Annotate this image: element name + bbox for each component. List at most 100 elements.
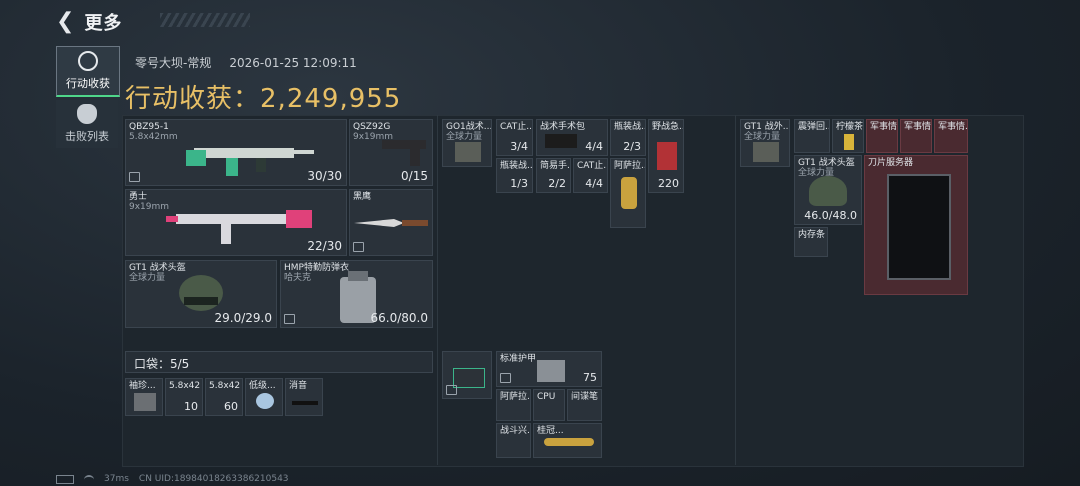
armor-slot[interactable]: HMP特勤防弹衣 哈夫克 66.0/80.0 [280, 260, 433, 328]
first-aid-icon [657, 142, 677, 170]
wifi-icon [84, 474, 94, 484]
rig-item[interactable]: CAT止... 4/4 [573, 158, 608, 193]
can-icon [844, 134, 854, 150]
pocket-item[interactable]: 5.8x42 DBP87 60 [205, 378, 243, 416]
backpack-item[interactable]: 桂冠... [533, 423, 602, 458]
item-name: 军事情... [938, 122, 968, 132]
rig-icon [455, 142, 481, 162]
divider [437, 115, 438, 465]
secure-item[interactable]: 军事情... [866, 119, 898, 153]
tab-operation-gains[interactable]: 行动收获 [56, 46, 120, 97]
secure-item[interactable]: 军事情... [900, 119, 932, 153]
earnings-label: 行动收获： [125, 84, 261, 114]
secure-item-server[interactable]: 刀片服务器 [864, 155, 968, 295]
backpack-slot[interactable] [442, 351, 492, 399]
weapon-slot-primary[interactable]: QBZ95-1 5.8x42mm 30/30 [125, 119, 347, 186]
item-name: 袖珍... [129, 381, 156, 391]
item-count: 60 [224, 400, 238, 413]
container-name: GT1 战外... [744, 122, 790, 132]
no-insure-icon [129, 172, 140, 182]
weapon-ammo-count: 0/15 [401, 169, 428, 183]
melee-slot[interactable]: 黑鹰 [349, 189, 433, 256]
item-name: CAT止... [500, 122, 533, 132]
rig-item[interactable]: 简易手... 2/2 [536, 158, 571, 193]
melee-name: 黑鹰 [353, 192, 372, 202]
rig-item[interactable]: 战术手术包 4/4 [536, 119, 608, 156]
item-count: 4/4 [585, 177, 603, 190]
earnings: 行动收获：2,249,955 [125, 78, 401, 115]
secure-container-slot[interactable]: GT1 战外... 全球力量 [740, 119, 790, 167]
rig-item[interactable]: 阿萨拉... [610, 158, 646, 228]
earnings-value: 2,249,955 [260, 84, 402, 114]
rig-name: GO1战术... [446, 122, 492, 132]
item-name: 刀片服务器 [868, 158, 914, 168]
skull-icon [77, 104, 97, 124]
user-uid: CN UID:18984018263386210543 [138, 474, 289, 484]
match-datetime: 2026-01-25 12:09:11 [229, 56, 357, 70]
tab-kill-list[interactable]: 击败列表 [56, 100, 118, 148]
helmet-name: GT1 战术头盔 [129, 263, 186, 273]
item-count: 10 [184, 400, 198, 413]
item-count: 4/4 [585, 140, 603, 153]
rig-item[interactable]: CAT止... 3/4 [496, 119, 533, 156]
backpack-item[interactable]: CPU [533, 389, 565, 421]
item-count: 3/4 [510, 140, 528, 153]
backpack-icon [453, 368, 485, 388]
pocket-item[interactable]: 消音 [285, 378, 323, 416]
back-arrow-icon[interactable]: ❮ [56, 11, 74, 33]
no-insure-icon [446, 385, 457, 395]
backpack-item[interactable]: 阿萨拉... [496, 389, 531, 421]
item-count: 2/2 [548, 177, 566, 190]
item-name: 战斗兴... [500, 426, 530, 436]
weapon-slot-sidearm[interactable]: QSZ92G 9x19mm 0/15 [349, 119, 433, 186]
item-name: 桂冠... [537, 426, 564, 436]
weapon-ammo-count: 30/30 [307, 169, 342, 183]
rig-brand: 全球力量 [446, 132, 483, 142]
smg-icon [166, 210, 312, 244]
tab-label: 击败列表 [65, 130, 109, 143]
weapon-slot-secondary[interactable]: 勇士 9x19mm 22/30 [125, 189, 347, 256]
secure-item[interactable]: 军事情... [934, 119, 968, 153]
suppressor-icon [292, 401, 318, 405]
teapot-icon [621, 177, 637, 209]
item-name: 阿萨拉... [614, 161, 645, 171]
map-name: 零号大坝-常规 [135, 56, 212, 70]
pocket-item[interactable]: 低级... [245, 378, 283, 416]
title-decoration [160, 13, 250, 27]
armor-name: 标准护甲 [500, 354, 537, 364]
status-bar: 37ms CN UID:18984018263386210543 [56, 474, 289, 484]
item-name: 瓶装战... [500, 161, 533, 171]
rig-item[interactable]: 野战急... 220 [648, 119, 684, 193]
pocket-label: 口袋：5/5 [134, 357, 190, 371]
pocket-item[interactable]: 5.8x42 DBP87 10 [165, 378, 203, 416]
no-insure-icon [284, 314, 295, 324]
secure-helmet[interactable]: GT1 战术头盔 全球力量 46.0/48.0 [794, 155, 862, 225]
item-name: 内存条 [798, 230, 826, 240]
secure-item[interactable]: 震弹回... [794, 119, 830, 153]
helmet-durability: 46.0/48.0 [804, 209, 857, 222]
crown-icon [544, 438, 594, 446]
weapon-ammo: 9x19mm [129, 202, 170, 212]
helmet-slot[interactable]: GT1 战术头盔 全球力量 29.0/29.0 [125, 260, 277, 328]
secure-item[interactable]: 内存条 [794, 227, 828, 257]
rig-item[interactable]: 瓶装战... 1/3 [496, 158, 533, 193]
helmet-icon [809, 176, 847, 206]
no-insure-icon [353, 242, 364, 252]
backpack-item[interactable]: 间谍笔 [567, 389, 602, 421]
armor-value: 75 [583, 371, 597, 384]
item-name: 军事情... [870, 122, 898, 132]
ping: 37ms [104, 474, 129, 484]
backpack-armor[interactable]: 标准护甲 75 [496, 351, 602, 387]
item-name: 简易手... [540, 161, 570, 171]
pocket-item[interactable]: 袖珍... [125, 378, 163, 416]
medkit-icon [545, 134, 577, 148]
weapon-ammo: 5.8x42mm [129, 132, 178, 142]
battery-icon [56, 474, 74, 484]
item-name: 震弹回... [798, 122, 829, 132]
tab-label: 行动收获 [66, 77, 110, 90]
rig-item[interactable]: 瓶装战... 2/3 [610, 119, 646, 156]
backpack-item[interactable]: 战斗兴... [496, 423, 531, 458]
secure-item[interactable]: 柠檬茶 [832, 119, 864, 153]
item-count: 2/3 [623, 140, 641, 153]
chest-rig-slot[interactable]: GO1战术... 全球力量 [442, 119, 492, 167]
